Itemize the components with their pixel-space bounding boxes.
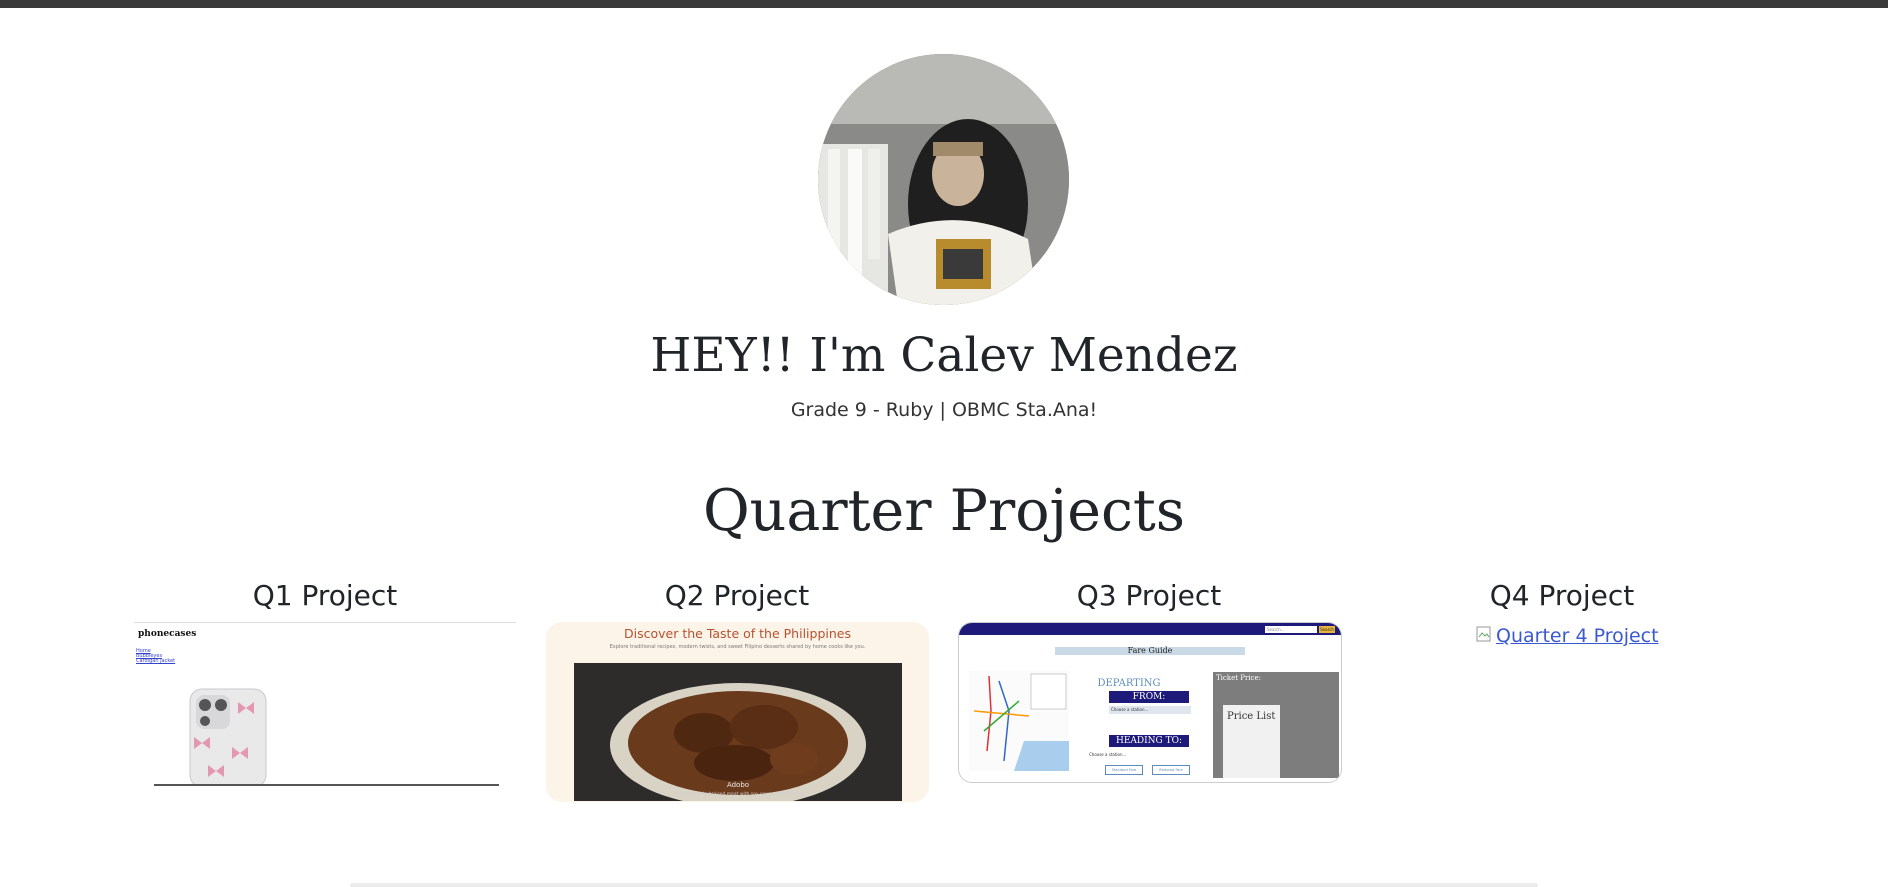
q4-project-title: Q4 Project [1489, 579, 1635, 612]
rail-map-image [969, 671, 1069, 771]
profile-photo [818, 54, 1069, 305]
q3-project-title: Q3 Project [1076, 579, 1222, 612]
q2-preview-food-photo: Adobo A Filipino-style braised meat with… [574, 663, 902, 801]
q3-preview-rail-map [969, 671, 1069, 771]
q3-preview-ticket-title: Ticket Price: [1216, 674, 1261, 682]
q2-preview-subheading: Explore traditional recipes, modern twis… [609, 644, 866, 650]
q3-preview-ticket-panel: Ticket Price: Price List [1213, 672, 1339, 778]
q4-project-link[interactable]: Quarter 4 Project [1496, 624, 1659, 648]
q2-preview-caption-sub: A Filipino-style braised meat with soy s… [674, 792, 802, 797]
phone-case-image [189, 688, 267, 786]
q2-project-title: Q2 Project [664, 579, 810, 612]
q3-preview-search-input: Search... [1265, 626, 1317, 633]
hero-title: HEY!! I'm Calev Mendez [650, 328, 1238, 383]
q3-preview-price-list-title: Price List [1227, 711, 1276, 722]
q3-preview-price-list: Price List [1223, 705, 1280, 778]
q3-preview-to-select: Choose a station... [1089, 752, 1127, 757]
broken-image-icon [1476, 626, 1491, 642]
q3-preview-page-title: Fare Guide [1055, 647, 1245, 655]
profile-avatar [818, 54, 1069, 305]
q1-preview-brand: phonecases [138, 629, 197, 639]
q2-preview-heading: Discover the Taste of the Philippines [624, 626, 851, 641]
q3-project-preview[interactable]: Search... Search Fare Guide DEPARTING FR… [958, 622, 1342, 783]
q3-preview-heading-to-label: HEADING TO: [1109, 735, 1189, 747]
projects-section-title: Quarter Projects [702, 478, 1186, 544]
q1-preview-divider [154, 784, 499, 786]
q1-project-preview[interactable]: phonecases Home Bubbleyes Cardigan Jacke… [134, 622, 516, 786]
hero-subtitle: Grade 9 - Ruby | OBMC Sta.Ana! [790, 399, 1098, 421]
q1-preview-link-cardigan: Cardigan Jacket [136, 658, 176, 664]
q2-project-preview[interactable]: Discover the Taste of the Philippines Ex… [546, 622, 929, 802]
browser-top-bar [0, 0, 1888, 8]
q2-preview-caption: Adobo [726, 781, 750, 789]
q3-preview-departing-label: DEPARTING [1097, 678, 1161, 689]
q3-preview-from-label: FROM: [1109, 691, 1189, 703]
q3-preview-reduced-fare-button: Reduced Fare [1152, 765, 1190, 775]
q3-preview-from-select: Choose a station... [1109, 706, 1191, 714]
q3-preview-navbar: Search... Search [959, 623, 1341, 635]
q1-project-title: Q1 Project [252, 579, 398, 612]
q3-preview-standard-fare-button: Standard Fare [1105, 765, 1143, 775]
q3-preview-search-button: Search [1319, 626, 1335, 633]
footer-edge [350, 883, 1538, 887]
q1-preview-links: Home Bubbleyes Cardigan Jacket [136, 649, 175, 664]
